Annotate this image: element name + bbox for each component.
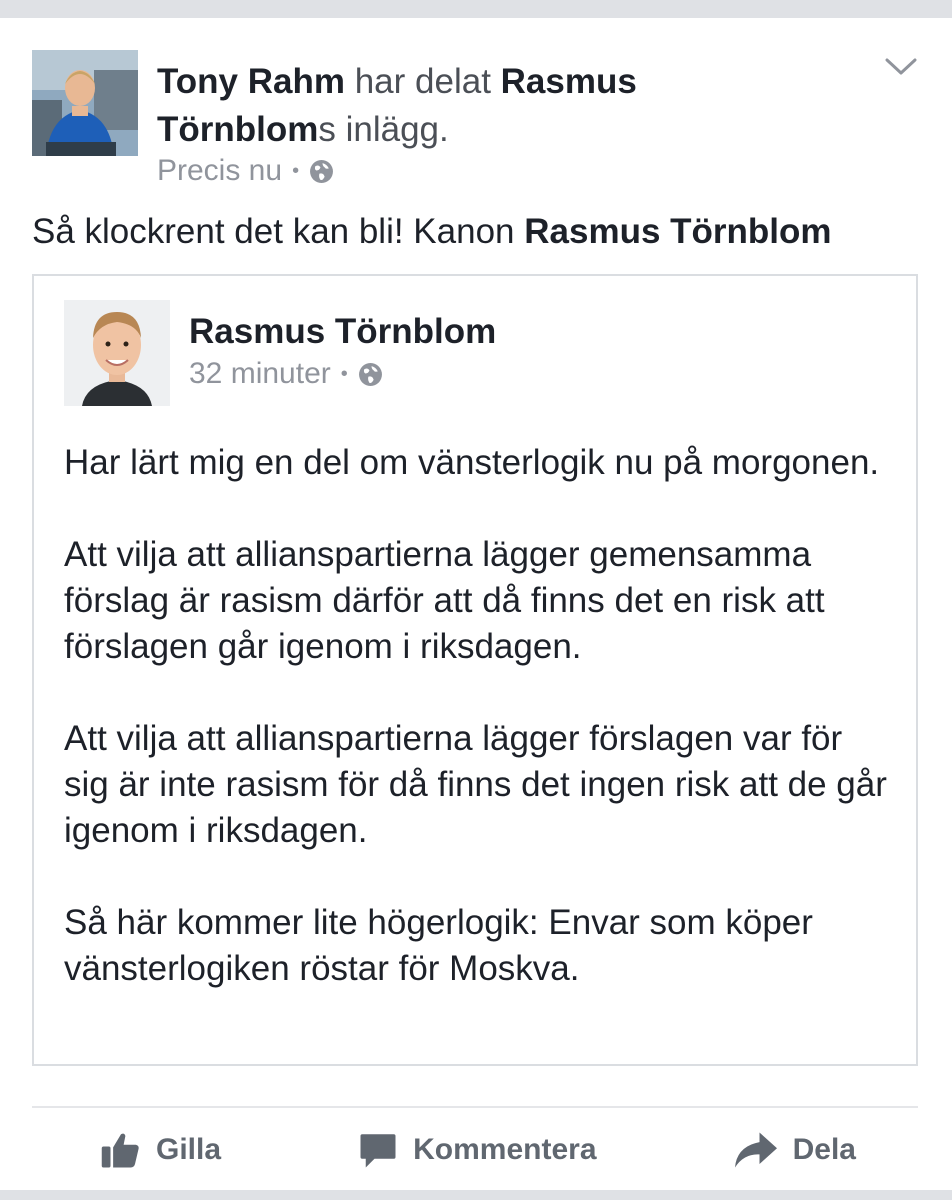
- shared-paragraph: Att vilja att allianspartierna lägger ge…: [64, 535, 825, 666]
- share-arrow-icon: [734, 1132, 777, 1168]
- share-label: Dela: [792, 1133, 856, 1166]
- action-bar: Gilla Kommentera Dela: [32, 1120, 918, 1180]
- shared-post-timestamp[interactable]: 32 minuter: [189, 354, 331, 394]
- author-avatar[interactable]: [32, 50, 138, 156]
- comment-label: Kommentera: [413, 1133, 597, 1166]
- status-text: Så klockrent det kan bli! Kanon Rasmus T…: [32, 210, 832, 254]
- comment-button[interactable]: Kommentera: [357, 1129, 597, 1171]
- shared-meta-separator: •: [340, 363, 348, 385]
- shared-post-body: Har lärt mig en del om vänsterlogik nu p…: [64, 440, 894, 1038]
- like-button[interactable]: Gilla: [100, 1129, 221, 1171]
- like-label: Gilla: [156, 1133, 222, 1166]
- post-card: Tony Rahm har delat Rasmus Törnblom s inl…: [0, 18, 952, 1190]
- shared-paragraph: Att vilja att allianspartierna lägger fö…: [64, 719, 887, 850]
- globe-icon[interactable]: [309, 159, 334, 184]
- globe-icon[interactable]: [358, 362, 383, 387]
- action-divider: [32, 1106, 918, 1108]
- comment-icon: [360, 1134, 396, 1168]
- post-meta: Precis nu •: [157, 151, 334, 191]
- shared-paragraph: Så här kommer lite högerlogik: Envar som…: [64, 903, 813, 988]
- shared-author-name[interactable]: Rasmus Törnblom: [189, 310, 496, 354]
- status-mention[interactable]: Rasmus Törnblom: [524, 212, 831, 251]
- thumbs-up-icon: [101, 1133, 139, 1168]
- share-button[interactable]: Dela: [733, 1129, 856, 1171]
- shared-word: har delat: [344, 62, 501, 101]
- meta-separator: •: [292, 160, 300, 182]
- post-timestamp[interactable]: Precis nu: [157, 151, 282, 191]
- shared-post-meta: 32 minuter •: [189, 354, 383, 394]
- shared-post[interactable]: Rasmus Törnblom 32 minuter • Har lärt mi…: [32, 274, 918, 1066]
- shared-author-avatar[interactable]: [64, 300, 170, 406]
- author-name[interactable]: Tony Rahm: [157, 62, 345, 101]
- shared-suffix: s inlägg.: [318, 110, 449, 149]
- post-header: Tony Rahm har delat Rasmus Törnbloms inl…: [157, 58, 797, 154]
- shared-paragraph: Har lärt mig en del om vänsterlogik nu p…: [64, 443, 880, 482]
- chevron-down-icon[interactable]: [884, 56, 918, 78]
- page: Tony Rahm har delat Rasmus Törnblom s inl…: [0, 0, 952, 1200]
- status-message: Så klockrent det kan bli! Kanon: [32, 212, 525, 251]
